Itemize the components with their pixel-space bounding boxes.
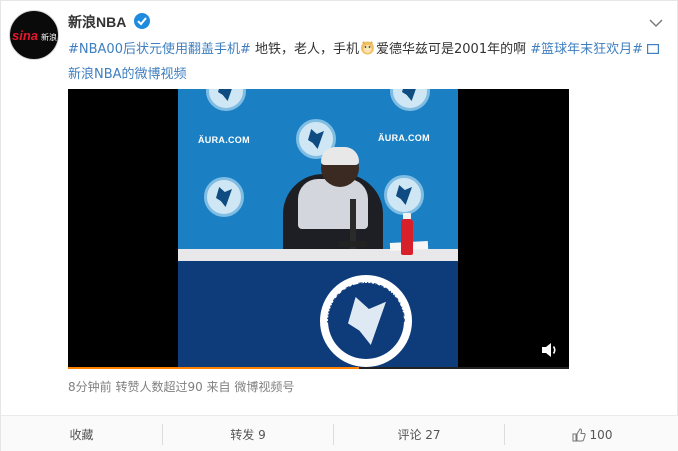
player-vest (298, 179, 368, 229)
video-progress-fill (68, 367, 359, 369)
sina-logo: sina 新浪 (12, 26, 58, 46)
video-player[interactable]: ÄURA.COM ÄURA.COM MINNESOTA TIMBERWOLVES (68, 89, 569, 369)
weibo-post-card: sina 新浪 新浪NBA #NBA00后状元使用翻盖手机# 地铁，老人，手机 爱… (0, 0, 678, 451)
video-link-label: 新浪NBA的微博视频 (68, 67, 187, 82)
favorite-button[interactable]: 收藏 (1, 416, 162, 451)
volume-icon[interactable] (540, 341, 560, 359)
thumbs-up-icon (572, 427, 586, 442)
verified-badge-icon (134, 13, 150, 29)
svg-text:MINNESOTA TIMBERWOLVES: MINNESOTA TIMBERWOLVES (327, 282, 405, 323)
svg-text:新浪: 新浪 (41, 32, 57, 42)
microphone-base (338, 241, 368, 247)
like-count: 100 (589, 427, 613, 442)
repost-label: 转发 9 (230, 428, 266, 442)
comment-label: 评论 27 (397, 428, 441, 442)
author-name[interactable]: 新浪NBA (68, 12, 126, 32)
gatorade-bottle (401, 219, 413, 255)
timberwolves-logo-icon: MINNESOTA TIMBERWOLVES (320, 275, 412, 367)
sponsor-text: ÄURA.COM (378, 133, 430, 143)
post-text-segment: 爱德华兹可是2001年的啊 (376, 42, 531, 57)
topic-link[interactable]: #NBA00后状元使用翻盖手机# (68, 42, 251, 57)
wolf-logo-icon (384, 175, 424, 215)
favorite-label: 收藏 (69, 428, 94, 442)
player-cap (321, 147, 359, 165)
topic-link[interactable]: #篮球年末狂欢月# (530, 42, 643, 57)
svg-text:sina: sina (12, 28, 38, 43)
post-meta: 8分钟前 转赞人数超过90 来自 微博视频号 (68, 380, 295, 394)
post-text-segment: 地铁，老人，手机 (250, 42, 360, 57)
tablecloth-text: MINNESOTA TIMBERWOLVES (327, 282, 405, 323)
action-bar: 收藏 转发 9 评论 27 100 (1, 415, 678, 451)
chevron-down-icon[interactable] (649, 13, 663, 27)
wolf-logo-icon (204, 177, 244, 217)
video-link-icon (647, 38, 660, 55)
sponsor-text: ÄURA.COM (198, 135, 250, 145)
comment-button[interactable]: 评论 27 (334, 416, 504, 451)
tablecloth (178, 261, 458, 369)
video-frame: ÄURA.COM ÄURA.COM MINNESOTA TIMBERWOLVES (178, 89, 458, 369)
doge-emoji-icon (360, 39, 375, 55)
repost-button[interactable]: 转发 9 (163, 416, 333, 451)
like-button[interactable]: 100 (505, 416, 678, 451)
avatar[interactable]: sina 新浪 (9, 10, 59, 60)
post-text: #NBA00后状元使用翻盖手机# 地铁，老人，手机 爱德华兹可是2001年的啊 #… (68, 37, 663, 87)
